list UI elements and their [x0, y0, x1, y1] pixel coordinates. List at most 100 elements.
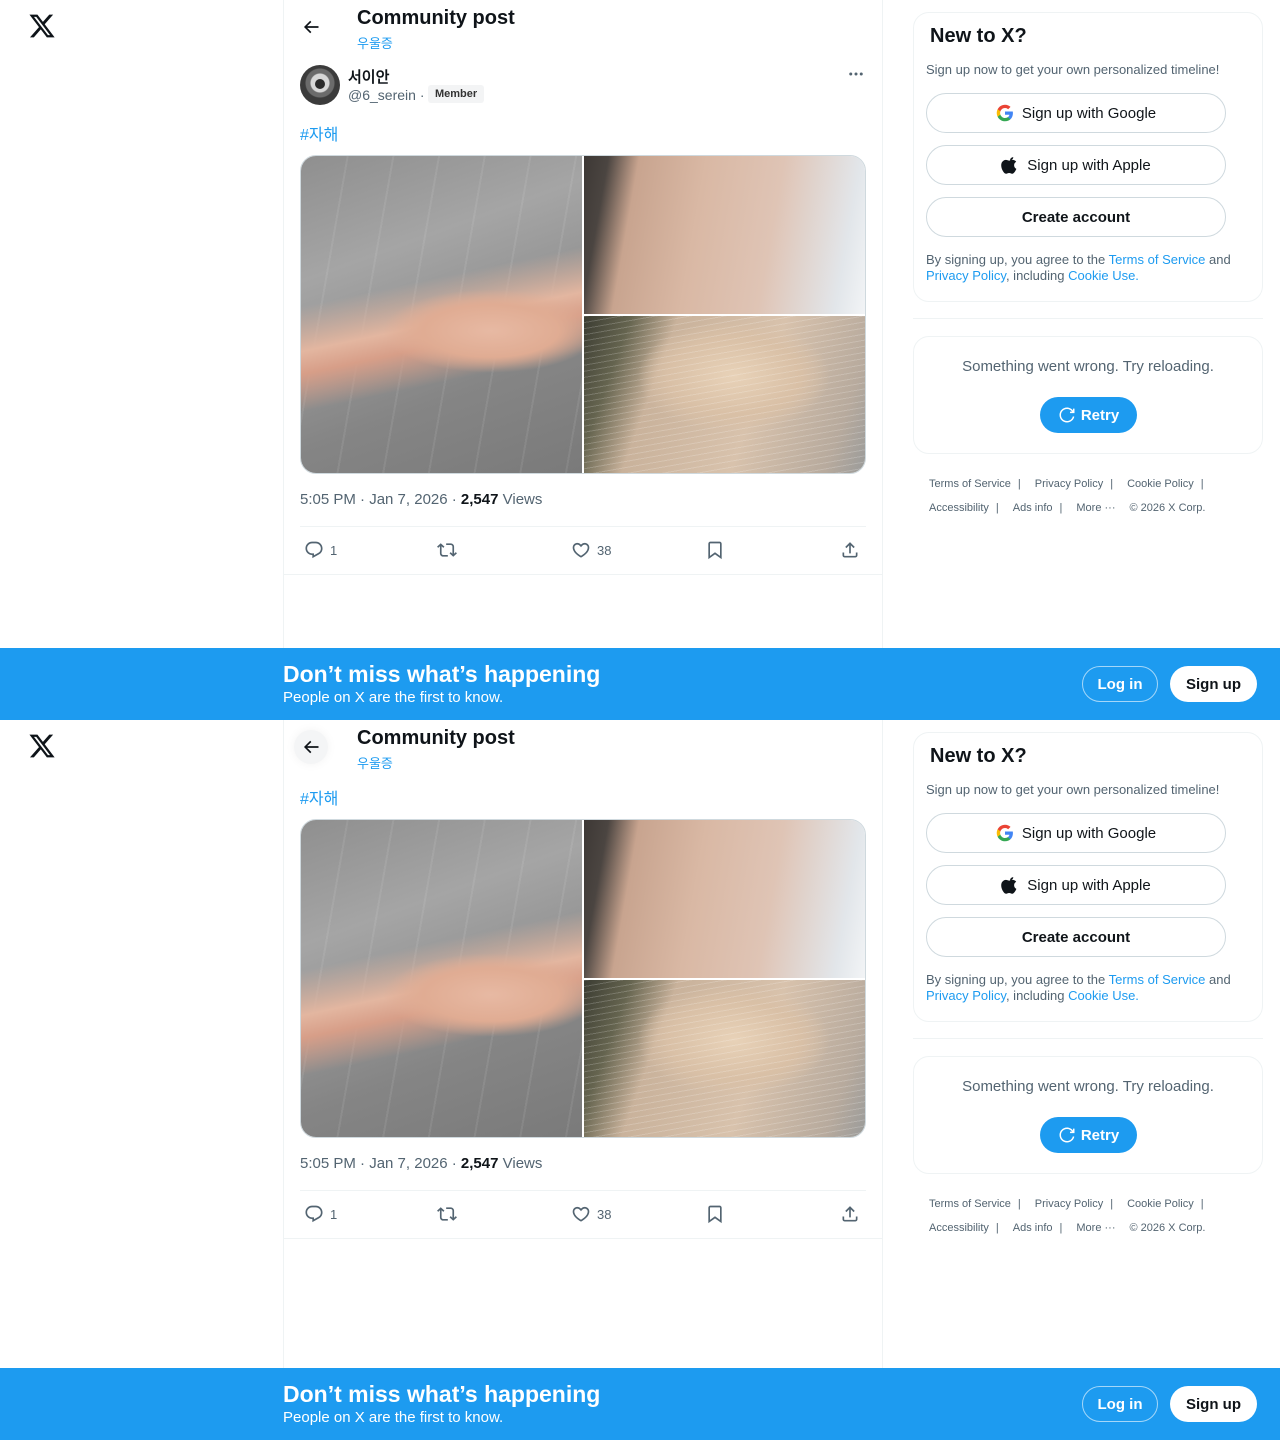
more-button[interactable] — [846, 64, 866, 84]
cookie-link[interactable]: Cookie Use. — [1068, 268, 1139, 283]
banner-title: Don’t miss what’s happening — [283, 661, 601, 687]
retry-label: Retry — [1080, 406, 1120, 424]
footer-ads-link[interactable]: Ads info — [1013, 1216, 1053, 1240]
like-count: 38 — [597, 542, 612, 558]
x-logo-icon[interactable] — [28, 732, 56, 760]
share-icon — [842, 542, 858, 558]
apple-icon — [1001, 157, 1017, 174]
terms-and: and — [1205, 252, 1231, 267]
hashtag-link[interactable]: #자해 — [300, 785, 338, 809]
cookie-link[interactable]: Cookie Use. — [1068, 988, 1139, 1003]
signup-button[interactable]: Sign up — [1170, 1386, 1257, 1422]
author-name[interactable]: 서이안 — [348, 66, 389, 87]
back-arrow-icon — [303, 740, 319, 754]
divider — [284, 1238, 882, 1239]
page-title: Community post — [357, 7, 515, 29]
divider — [284, 574, 882, 575]
share-button[interactable] — [840, 1204, 860, 1224]
retweet-icon — [437, 543, 457, 557]
like-button[interactable]: 38 — [571, 1204, 611, 1224]
reply-icon — [305, 1205, 323, 1223]
reply-button[interactable]: 1 — [304, 540, 337, 560]
x-logo-icon[interactable] — [28, 12, 56, 40]
google-signup-button[interactable]: Sign up with Google — [926, 813, 1226, 853]
terms-link[interactable]: Terms of Service — [1109, 972, 1206, 987]
reply-button[interactable]: 1 — [304, 1204, 337, 1224]
bookmark-icon — [708, 541, 722, 560]
footer-sep: | — [1110, 478, 1114, 490]
community-link[interactable]: 우울증 — [357, 33, 393, 52]
share-button[interactable] — [840, 540, 860, 560]
privacy-link[interactable]: Privacy Policy — [926, 988, 1006, 1003]
terms-notice: By signing up, you agree to the Terms of… — [926, 252, 1252, 284]
footer-accessibility-link[interactable]: Accessibility — [929, 1216, 989, 1240]
like-button[interactable]: 38 — [571, 540, 611, 560]
apple-signup-button[interactable]: Sign up with Apple — [926, 145, 1226, 185]
retweet-button[interactable] — [437, 1204, 457, 1224]
error-card: Something went wrong. Try reloading. Ret… — [913, 336, 1263, 454]
post-meta: 5:05 PM · Jan 7, 2026 · 2,547 Views — [300, 491, 542, 508]
views-count: 2,547 — [460, 491, 499, 508]
hashtag-link[interactable]: #자해 — [300, 121, 338, 145]
footer-privacy-link[interactable]: Privacy Policy — [1035, 1192, 1103, 1216]
footer-accessibility-link[interactable]: Accessibility — [929, 496, 989, 520]
footer-terms-link[interactable]: Terms of Service — [929, 472, 1011, 496]
views-count: 2,547 — [460, 1155, 499, 1172]
terms-link[interactable]: Terms of Service — [1109, 252, 1206, 267]
member-badge: Member — [428, 85, 485, 103]
footer-cookie-link[interactable]: Cookie Policy — [1127, 1192, 1194, 1216]
apple-icon — [1001, 877, 1017, 894]
post-time[interactable]: 5:05 PM · Jan 7, 2026 · — [300, 491, 461, 508]
retweet-button[interactable] — [437, 540, 457, 560]
refresh-icon — [1059, 407, 1075, 423]
footer-terms-link[interactable]: Terms of Service — [929, 1192, 1011, 1216]
divider — [913, 318, 1263, 319]
post-image-1[interactable] — [301, 156, 582, 473]
login-button[interactable]: Log in — [1082, 666, 1158, 702]
footer-more-link[interactable]: More ··· — [1076, 1216, 1115, 1240]
avatar[interactable] — [300, 65, 340, 105]
create-account-button[interactable]: Create account — [926, 197, 1226, 237]
bookmark-button[interactable] — [705, 1204, 725, 1224]
bookmark-button[interactable] — [705, 540, 725, 560]
main-column: Community post 우울증 서이안 @6_serein · Membe… — [283, 0, 883, 720]
terms-prefix: By signing up, you agree to the — [926, 252, 1109, 267]
privacy-link[interactable]: Privacy Policy — [926, 268, 1006, 283]
post-image-2[interactable] — [584, 820, 865, 978]
author-handle[interactable]: @6_serein · — [348, 87, 424, 103]
media-grid — [300, 819, 866, 1138]
back-button[interactable] — [294, 730, 328, 764]
login-button[interactable]: Log in — [1082, 1386, 1158, 1422]
apple-signup-button[interactable]: Sign up with Apple — [926, 865, 1226, 905]
page-title: Community post — [357, 727, 515, 749]
banner-subtitle: People on X are the first to know. — [283, 689, 504, 706]
error-message: Something went wrong. Try reloading. — [962, 1078, 1214, 1095]
post-image-3[interactable] — [584, 980, 865, 1137]
divider — [300, 1190, 866, 1191]
signup-button[interactable]: Sign up — [1170, 666, 1257, 702]
google-signup-label: Sign up with Google — [1021, 824, 1157, 842]
community-link[interactable]: 우울증 — [357, 753, 393, 772]
footer-ads-link[interactable]: Ads info — [1013, 496, 1053, 520]
post-time[interactable]: 5:05 PM · Jan 7, 2026 · — [300, 1155, 461, 1172]
post-image-3[interactable] — [584, 316, 865, 473]
retry-button[interactable]: Retry — [1040, 397, 1137, 433]
retry-button[interactable]: Retry — [1040, 1117, 1137, 1153]
back-arrow-icon — [303, 20, 319, 34]
footer-sep: | — [1017, 1198, 1021, 1210]
create-account-button[interactable]: Create account — [926, 917, 1226, 957]
footer-privacy-link[interactable]: Privacy Policy — [1035, 472, 1103, 496]
post-image-2[interactable] — [584, 156, 865, 314]
refresh-icon — [1059, 1127, 1075, 1143]
post-image-1[interactable] — [301, 820, 582, 1137]
reply-count: 1 — [330, 542, 338, 558]
like-count: 38 — [597, 1206, 612, 1222]
footer-cookie-link[interactable]: Cookie Policy — [1127, 472, 1194, 496]
footer-sep: | — [995, 1222, 999, 1234]
error-card: Something went wrong. Try reloading. Ret… — [913, 1056, 1263, 1174]
back-button[interactable] — [294, 10, 328, 44]
footer-copyright: © 2026 X Corp. — [1129, 1222, 1206, 1234]
footer-more-link[interactable]: More ··· — [1076, 496, 1115, 520]
footer-sep: | — [1200, 478, 1204, 490]
google-signup-button[interactable]: Sign up with Google — [926, 93, 1226, 133]
